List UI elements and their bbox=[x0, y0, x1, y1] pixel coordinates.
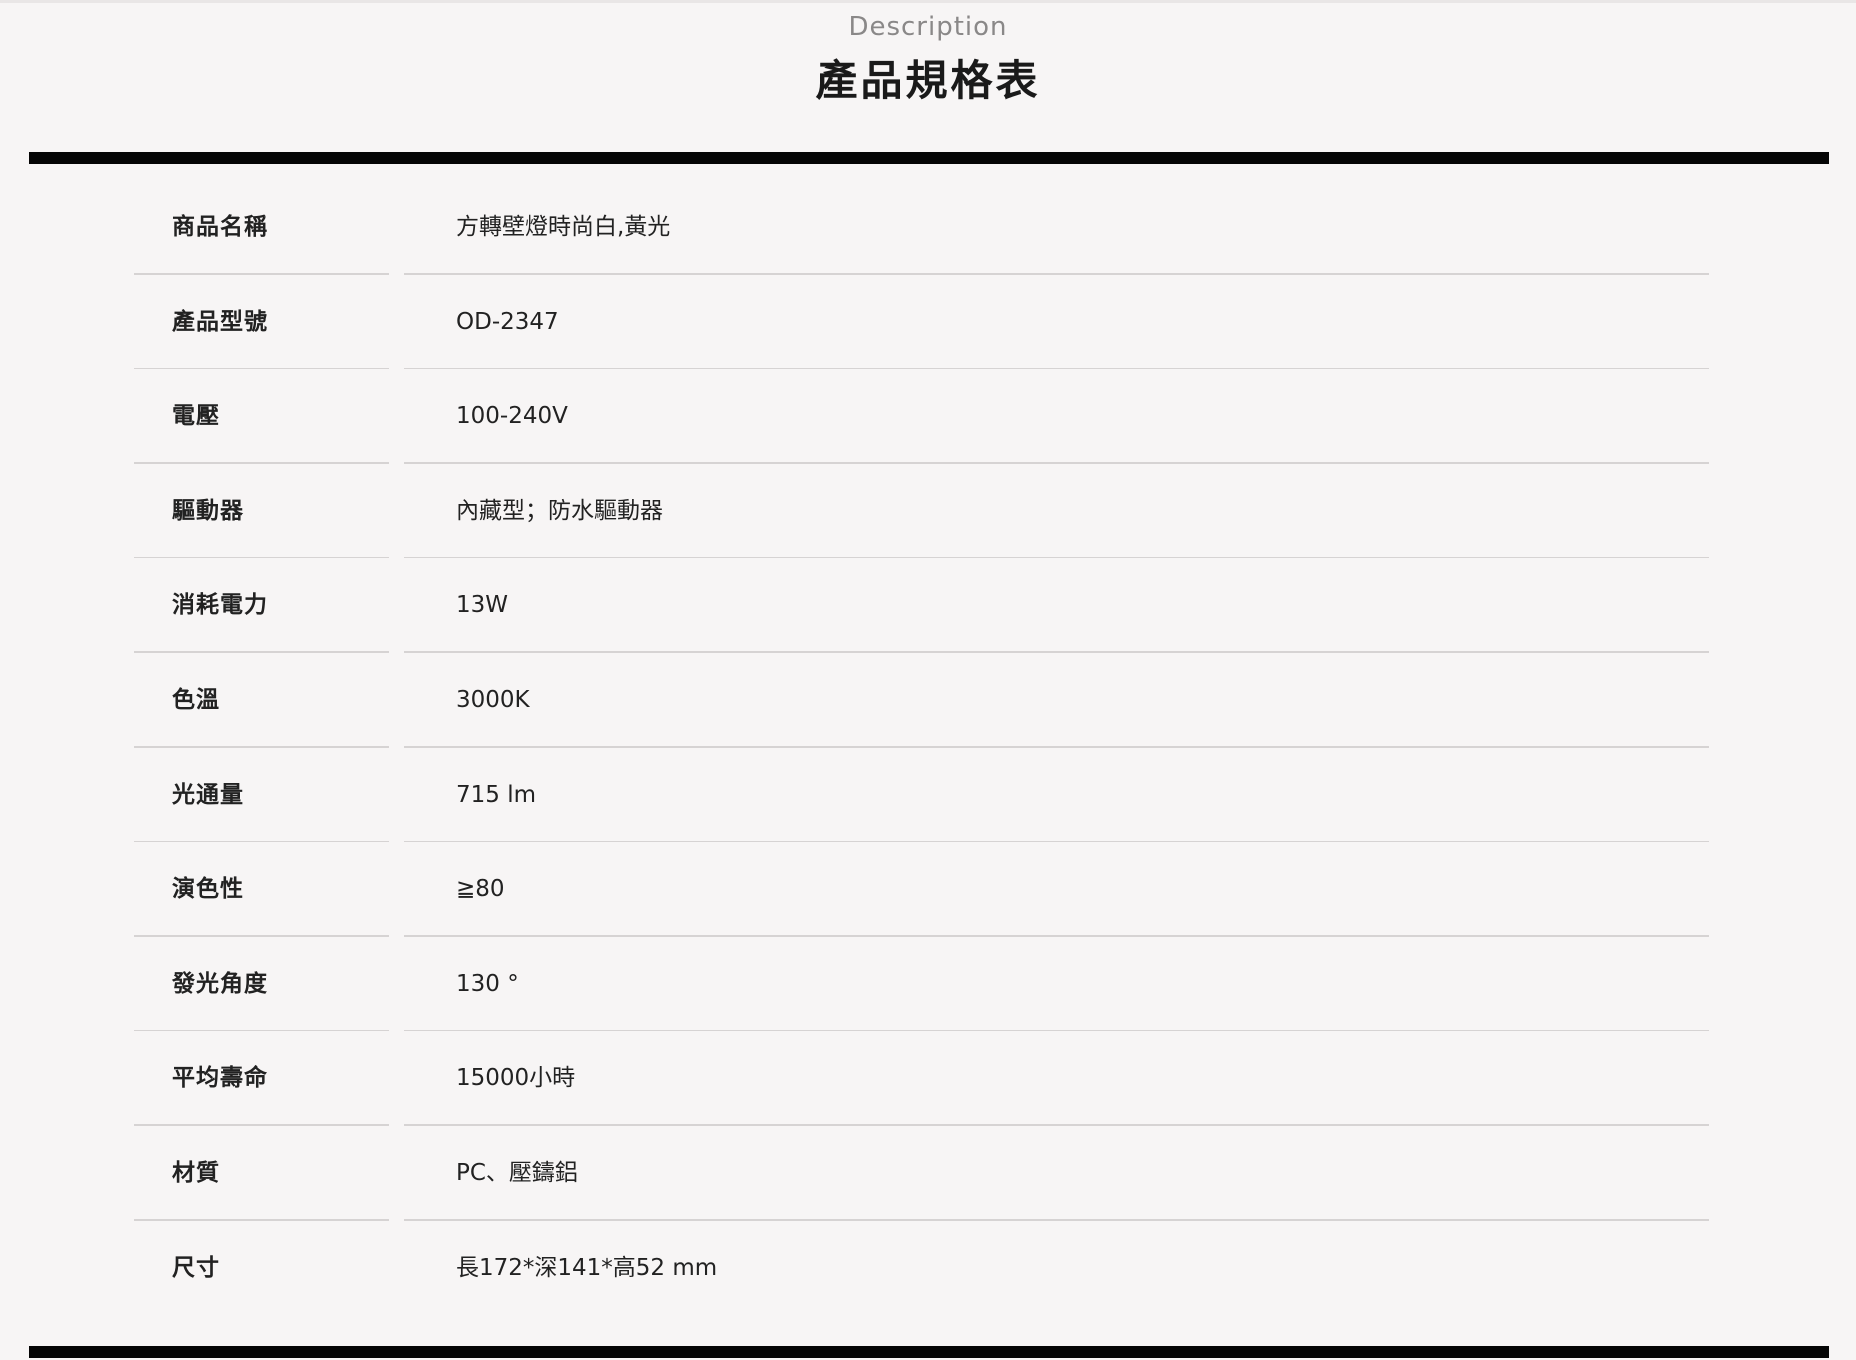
section-title: 產品規格表 bbox=[815, 56, 1041, 105]
spec-label: 尺寸 bbox=[172, 1254, 220, 1281]
spec-value: ≧80 bbox=[456, 876, 505, 903]
spec-value: 內藏型；防水驅動器 bbox=[456, 497, 663, 524]
spec-value: 15000小時 bbox=[456, 1065, 576, 1092]
spec-row-product-name: 商品名稱 方轉壁燈時尚白,黃光 bbox=[134, 180, 1709, 275]
spec-value: 100-240V bbox=[456, 403, 568, 430]
top-divider-bar bbox=[29, 152, 1829, 164]
spec-label: 光通量 bbox=[172, 781, 244, 808]
spec-value: 3000K bbox=[456, 686, 530, 713]
spec-value: 13W bbox=[456, 592, 509, 619]
section-subtitle: Description bbox=[848, 12, 1008, 42]
spec-row-power: 消耗電力 13W bbox=[134, 558, 1709, 653]
spec-row-material: 材質 PC、壓鑄鋁 bbox=[134, 1126, 1709, 1221]
spec-label: 材質 bbox=[172, 1159, 220, 1186]
spec-row-luminous-flux: 光通量 715 lm bbox=[134, 748, 1709, 843]
spec-label: 發光角度 bbox=[172, 970, 268, 997]
spec-value: OD-2347 bbox=[456, 308, 559, 335]
spec-value: 715 lm bbox=[456, 781, 537, 808]
spec-row-color-temperature: 色溫 3000K bbox=[134, 653, 1709, 748]
top-hairline bbox=[0, 0, 1856, 3]
spec-label: 產品型號 bbox=[172, 308, 268, 335]
spec-value: 130 ° bbox=[456, 970, 519, 997]
spec-value: 方轉壁燈時尚白,黃光 bbox=[456, 214, 671, 240]
spec-label: 商品名稱 bbox=[172, 214, 268, 240]
spec-label: 消耗電力 bbox=[172, 592, 268, 619]
spec-table: 商品名稱 方轉壁燈時尚白,黃光 產品型號 OD-2347 電壓 100-240V… bbox=[134, 180, 1709, 1315]
spec-row-driver: 驅動器 內藏型；防水驅動器 bbox=[134, 464, 1709, 559]
spec-label: 演色性 bbox=[172, 876, 244, 903]
spec-row-dimensions: 尺寸 長172*深141*高52 mm bbox=[134, 1221, 1709, 1316]
spec-row-voltage: 電壓 100-240V bbox=[134, 369, 1709, 464]
spec-value: PC、壓鑄鋁 bbox=[456, 1159, 578, 1186]
spec-row-beam-angle: 發光角度 130 ° bbox=[134, 937, 1709, 1032]
spec-label: 色溫 bbox=[172, 686, 220, 713]
spec-row-model: 產品型號 OD-2347 bbox=[134, 275, 1709, 370]
spec-label: 驅動器 bbox=[172, 497, 244, 524]
bottom-divider-bar bbox=[29, 1346, 1829, 1358]
spec-label: 電壓 bbox=[172, 403, 220, 430]
spec-value: 長172*深141*高52 mm bbox=[456, 1254, 718, 1281]
spec-label: 平均壽命 bbox=[172, 1065, 268, 1092]
spec-row-color-rendering: 演色性 ≧80 bbox=[134, 842, 1709, 937]
spec-row-lifespan: 平均壽命 15000小時 bbox=[134, 1031, 1709, 1126]
